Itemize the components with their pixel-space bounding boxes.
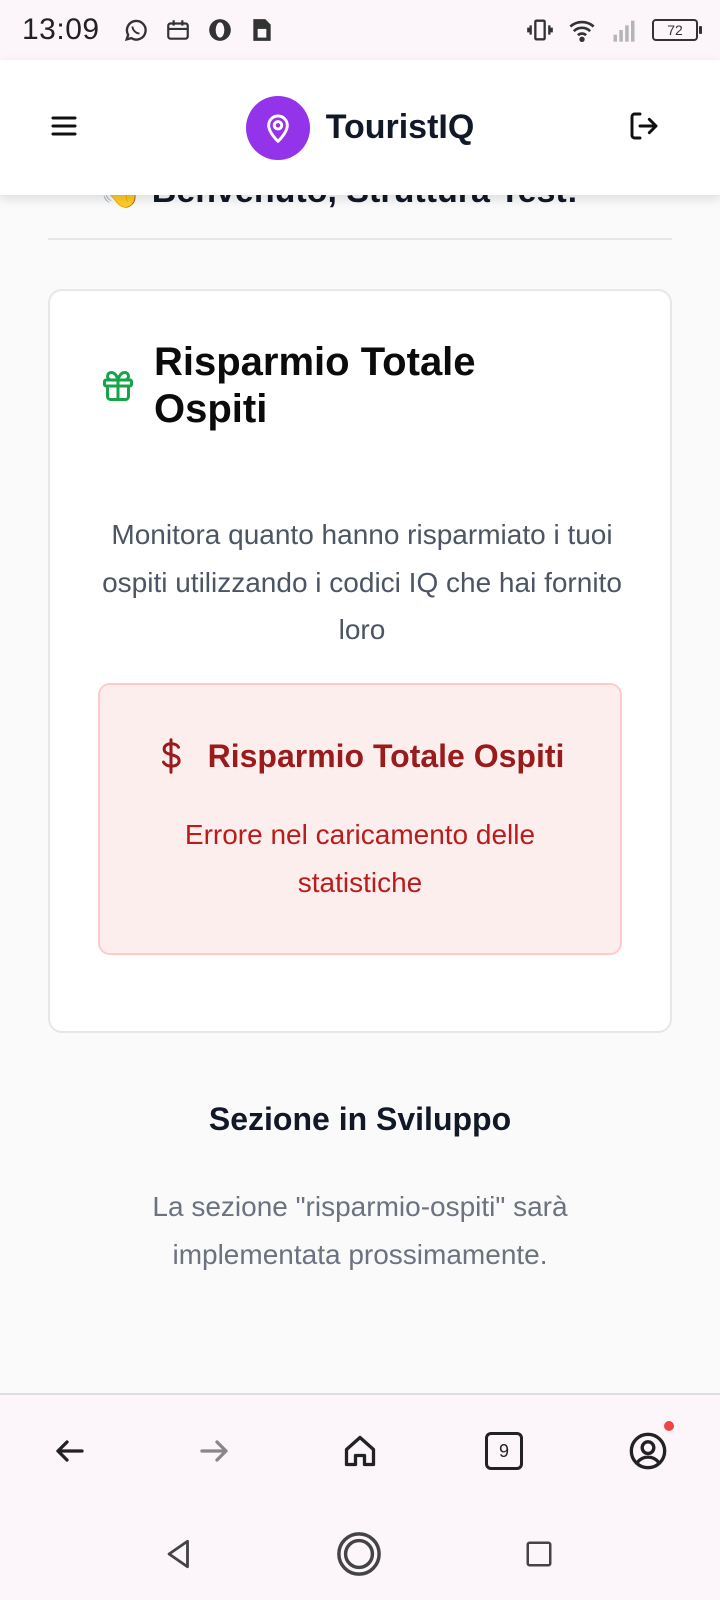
- brand-logo: [245, 95, 310, 160]
- error-alert: Risparmio Totale Ospiti Errore nel caric…: [98, 683, 622, 955]
- error-title: Risparmio Totale Ospiti: [207, 737, 565, 774]
- logout-icon: [630, 112, 658, 140]
- calendar-icon: [164, 16, 192, 44]
- dollar-icon: [161, 738, 181, 774]
- notification-dot: [664, 1421, 674, 1431]
- account-icon: [629, 1432, 667, 1470]
- status-system-icons: 72: [526, 16, 702, 44]
- menu-button[interactable]: [48, 110, 80, 142]
- browser-forward-button[interactable]: [190, 1427, 238, 1475]
- browser-account-button[interactable]: [624, 1421, 674, 1475]
- home-icon: [344, 1435, 376, 1467]
- browser-home-button[interactable]: [336, 1427, 384, 1475]
- whatsapp-icon: [122, 16, 150, 44]
- brand: TouristIQ: [245, 95, 475, 160]
- gift-icon: [103, 371, 133, 402]
- browser-tabs-button[interactable]: 9: [480, 1427, 528, 1475]
- error-header: Risparmio Totale Ospiti: [100, 737, 620, 775]
- browser-back-button[interactable]: [46, 1427, 94, 1475]
- dev-section-description: La sezione "risparmio-ospiti" sarà imple…: [152, 1191, 568, 1270]
- sim-icon: [248, 16, 276, 44]
- status-bar: 13:09 72: [0, 0, 720, 60]
- wifi-icon: [568, 16, 596, 44]
- signal-icon: [610, 16, 638, 44]
- error-message: Errore nel caricamento delle statistiche: [184, 819, 536, 898]
- map-pin-icon: [266, 114, 289, 143]
- system-back-button[interactable]: [154, 1529, 204, 1579]
- system-home-button[interactable]: [334, 1529, 384, 1579]
- dev-section-title: Sezione in Sviluppo: [208, 1101, 512, 1137]
- card-header: Risparmio Totale Ospiti: [100, 339, 554, 433]
- tabs-icon: 9: [485, 1432, 523, 1470]
- battery-indicator: 72: [652, 19, 702, 41]
- greeting-heading: 👋 Benvenuto, Struttura Test!: [100, 195, 578, 211]
- card-description: Monitora quanto hanno risparmiato i tuoi…: [102, 519, 622, 646]
- logout-button[interactable]: [626, 108, 662, 144]
- brand-name: TouristIQ: [325, 108, 475, 146]
- menu-icon: [51, 116, 77, 136]
- forward-icon: [200, 1440, 228, 1462]
- nav-back-icon: [167, 1539, 189, 1569]
- system-navigation: [0, 1503, 720, 1600]
- page-content: 👋 Benvenuto, Struttura Test! Risparmio T…: [0, 195, 720, 1393]
- divider: [48, 238, 672, 240]
- browser-toolbar: 9: [0, 1393, 720, 1503]
- status-notification-icons: [122, 16, 276, 44]
- nav-recents-icon: [526, 1541, 552, 1567]
- savings-card: Risparmio Totale Ospiti Monitora quanto …: [48, 289, 672, 1033]
- system-recents-button[interactable]: [514, 1529, 564, 1579]
- nav-home-icon: [337, 1532, 381, 1576]
- vibrate-icon: [526, 16, 554, 44]
- card-title: Risparmio Totale Ospiti: [154, 340, 476, 432]
- opera-icon: [206, 16, 234, 44]
- back-icon: [56, 1440, 84, 1462]
- app-header: TouristIQ: [0, 60, 720, 195]
- status-time: 13:09: [22, 13, 100, 46]
